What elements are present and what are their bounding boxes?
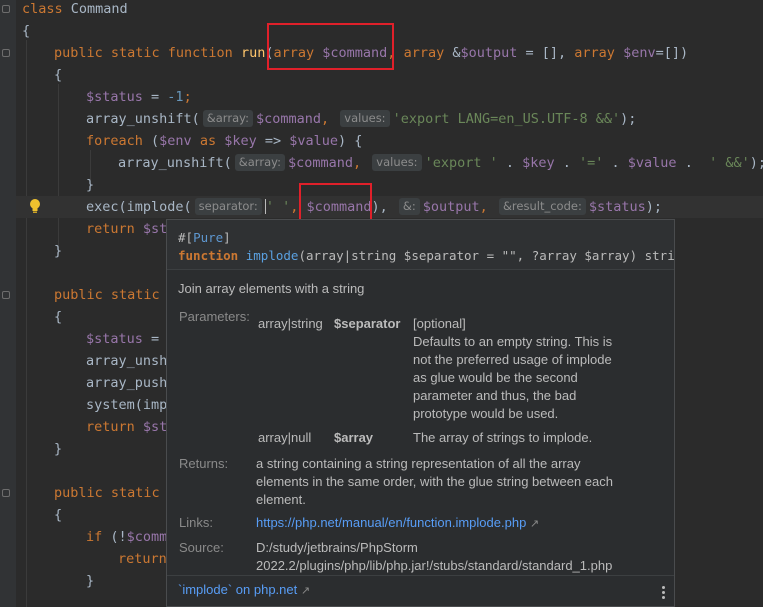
annotation-box bbox=[299, 183, 372, 224]
code-line[interactable]: foreach ($env as $key => $value) { bbox=[86, 130, 362, 152]
param-desc-line: The array of strings to implode. bbox=[413, 430, 593, 445]
code-line[interactable]: exec(implode(separator: ' ', $command), &… bbox=[86, 196, 662, 218]
param-hint: &array: bbox=[202, 110, 253, 127]
params-label: Parameters: bbox=[179, 309, 250, 324]
code-line[interactable]: { bbox=[54, 504, 62, 526]
source-label: Source: bbox=[179, 540, 224, 555]
attribute-line: #[Pure] bbox=[178, 230, 231, 245]
param-optional: [optional] bbox=[413, 316, 466, 331]
function-signature: function implode(array|string $separator… bbox=[178, 248, 675, 263]
links-label: Links: bbox=[179, 515, 213, 530]
code-line[interactable]: return bbox=[118, 548, 167, 570]
source-path-line: 2022.2/plugins/php/lib/php.jar!/stubs/st… bbox=[256, 558, 613, 573]
external-link-icon: ↗ bbox=[529, 518, 540, 530]
param-hint: &array: bbox=[234, 154, 285, 171]
fold-marker[interactable] bbox=[2, 489, 10, 497]
code-line[interactable]: array_unshift(&array: $command, values:'e… bbox=[86, 108, 636, 130]
signature-header: #[Pure] function implode(array|string $s… bbox=[167, 220, 674, 270]
source-path-line: D:/study/jetbrains/PhpStorm bbox=[256, 540, 418, 555]
code-line[interactable]: } bbox=[86, 174, 94, 196]
code-line[interactable]: { bbox=[22, 20, 30, 42]
param-desc-line: parameter and thus, the bad bbox=[413, 388, 577, 403]
popup-footer: `implode` on php.net ↗ bbox=[167, 575, 674, 606]
code-line[interactable]: public static bbox=[54, 482, 160, 504]
code-line[interactable]: } bbox=[86, 570, 94, 592]
fold-marker[interactable] bbox=[2, 291, 10, 299]
php-net-link[interactable]: `implode` on php.net ↗ bbox=[178, 582, 310, 597]
code-line[interactable]: array_unshift(&array: $command, values:'e… bbox=[118, 152, 763, 174]
returns-label: Returns: bbox=[179, 456, 229, 471]
fold-marker[interactable] bbox=[2, 49, 10, 57]
code-line[interactable]: { bbox=[54, 64, 62, 86]
code-line[interactable]: $status = -1; bbox=[86, 86, 192, 108]
indent-guide bbox=[58, 84, 59, 254]
param-desc-line: not the preferred usage of implode bbox=[413, 352, 612, 367]
param-hint: &result_code: bbox=[498, 198, 586, 215]
fold-marker[interactable] bbox=[2, 5, 10, 13]
returns-desc-line: elements in the same order, with the glu… bbox=[256, 474, 613, 489]
param-type: array|null bbox=[258, 430, 312, 445]
code-line[interactable]: $status = bbox=[86, 328, 159, 350]
lightbulb-icon[interactable] bbox=[28, 198, 42, 214]
param-name: $separator bbox=[334, 316, 401, 331]
param-desc-line: prototype would be used. bbox=[413, 406, 559, 421]
external-link-icon: ↗ bbox=[300, 585, 311, 597]
param-hint: values: bbox=[372, 154, 422, 171]
code-line[interactable]: array_unsh bbox=[86, 350, 167, 372]
param-desc-line: as glue would be the second bbox=[413, 370, 578, 385]
code-line[interactable]: class Command bbox=[22, 0, 128, 20]
code-line[interactable]: return $st bbox=[86, 218, 167, 240]
param-desc-line: Defaults to an empty string. This is bbox=[413, 334, 613, 349]
more-options-icon[interactable] bbox=[662, 586, 666, 600]
code-line[interactable]: } bbox=[54, 438, 62, 460]
param-hint: &: bbox=[398, 198, 420, 215]
code-line[interactable]: array_push bbox=[86, 372, 167, 394]
code-line[interactable]: } bbox=[54, 240, 62, 262]
param-type: array|string bbox=[258, 316, 323, 331]
description: Join array elements with a string bbox=[178, 281, 365, 296]
param-hint: separator: bbox=[194, 198, 262, 215]
code-line[interactable]: public static bbox=[54, 284, 160, 306]
param-name: $array bbox=[334, 430, 374, 445]
returns-desc-line: a string containing a string representat… bbox=[256, 456, 581, 471]
code-line[interactable]: { bbox=[54, 306, 62, 328]
annotation-box bbox=[267, 23, 394, 70]
quick-documentation-popup[interactable]: #[Pure] function implode(array|string $s… bbox=[166, 219, 675, 607]
code-line[interactable]: if (!$comm bbox=[86, 526, 167, 548]
editor-gutter bbox=[0, 0, 16, 607]
doc-link[interactable]: https://php.net/manual/en/function.implo… bbox=[256, 515, 539, 530]
indent-guide bbox=[26, 40, 27, 607]
returns-desc-line: element. bbox=[256, 492, 306, 507]
code-line[interactable]: system(imp bbox=[86, 394, 167, 416]
param-hint: values: bbox=[340, 110, 390, 127]
code-line[interactable]: return $st bbox=[86, 416, 167, 438]
